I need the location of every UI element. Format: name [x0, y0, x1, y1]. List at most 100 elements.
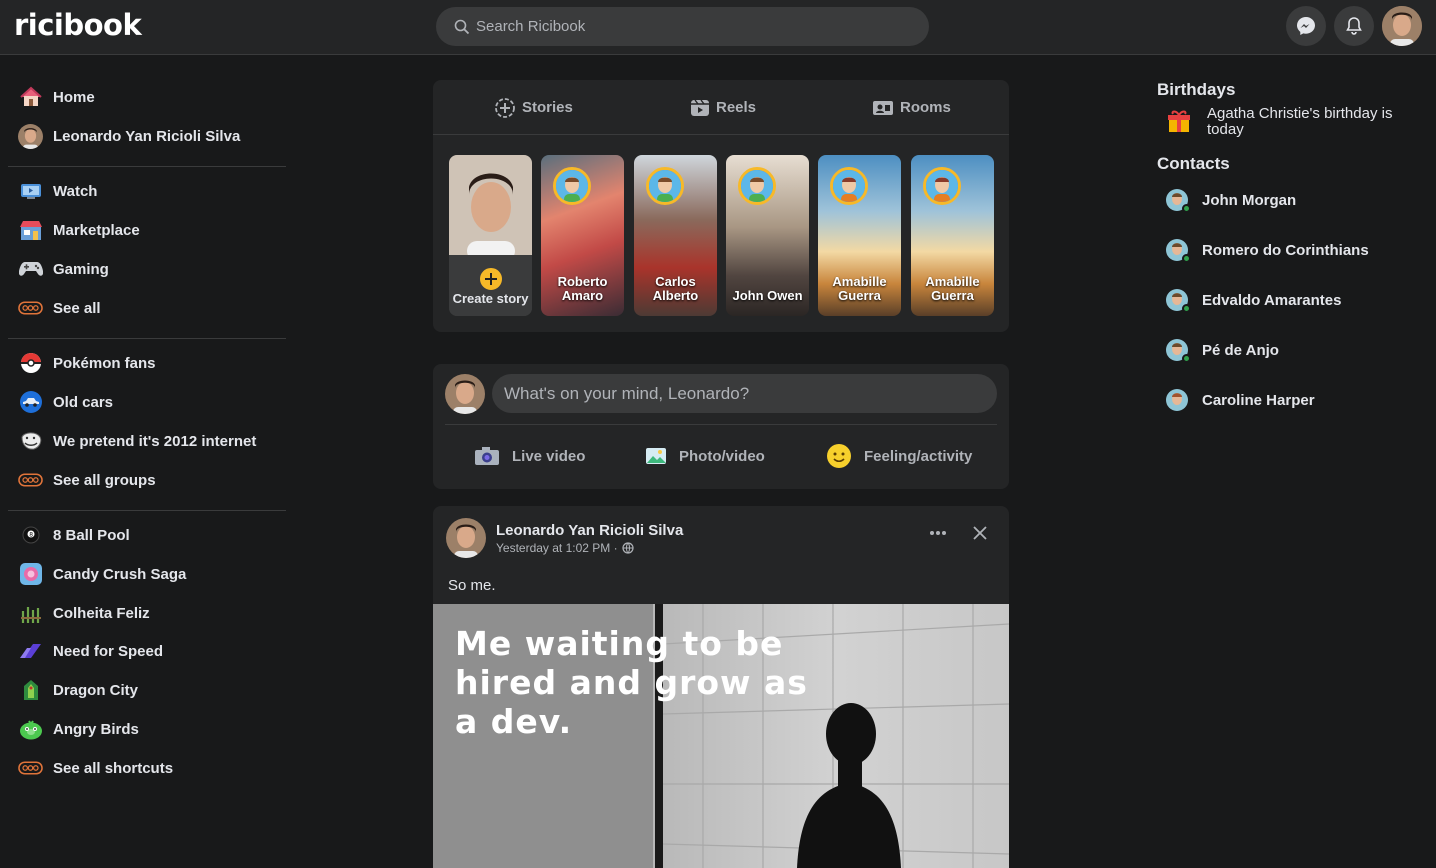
- post-author-name[interactable]: Leonardo Yan Ricioli Silva: [496, 522, 683, 539]
- birthday-text[interactable]: Agatha Christie's birthday is today: [1207, 106, 1422, 138]
- dragon-icon: [18, 678, 43, 703]
- pokeball-icon: [18, 351, 43, 376]
- divider: [445, 424, 997, 425]
- contact-item[interactable]: Caroline Harper: [1166, 385, 1315, 415]
- car-icon: [18, 390, 43, 415]
- sidebar-item-label: Pokémon fans: [53, 354, 156, 372]
- post-timestamp[interactable]: Yesterday at 1:02 PM ·: [496, 541, 618, 555]
- tab-label: Reels: [716, 99, 757, 116]
- story-card[interactable]: Roberto Amaro: [541, 155, 624, 316]
- top-bar: ricibook: [0, 0, 1436, 55]
- sidebar-item-dragon-city[interactable]: Dragon City: [18, 673, 288, 707]
- user-photo-icon: [449, 155, 532, 255]
- angry-bird-icon: [18, 717, 43, 742]
- close-post-button[interactable]: [968, 521, 992, 545]
- feeling-activity-button[interactable]: Feeling/activity: [826, 440, 972, 472]
- online-status-icon: [1182, 204, 1191, 213]
- sidebar-item-label: Dragon City: [53, 681, 139, 699]
- tab-reels[interactable]: Reels: [690, 80, 756, 135]
- user-photo-icon: [1382, 6, 1422, 46]
- profile-avatar[interactable]: [1382, 6, 1422, 46]
- logo[interactable]: ricibook: [14, 8, 142, 42]
- contact-item[interactable]: John Morgan: [1166, 185, 1296, 215]
- sidebar-item-label: Leonardo Yan Ricioli Silva: [53, 127, 241, 145]
- sidebar-item-group-2012[interactable]: We pretend it's 2012 internet: [18, 424, 288, 458]
- story-card[interactable]: Carlos Alberto: [634, 155, 717, 316]
- sidebar-item-watch[interactable]: Watch: [18, 174, 288, 208]
- sidebar-item-8-ball-pool[interactable]: 8 8 Ball Pool: [18, 518, 288, 552]
- sidebar-item-label: Gaming: [53, 260, 109, 278]
- sidebar-item-label: Colheita Feliz: [53, 604, 150, 622]
- gaming-icon: [18, 257, 43, 282]
- sidebar-item-see-all-groups[interactable]: See all groups: [18, 463, 288, 497]
- story-avatar: [830, 167, 868, 205]
- story-card[interactable]: Amabille Guerra: [818, 155, 901, 316]
- story-author: Carlos Alberto: [652, 274, 699, 303]
- contact-name: Romero do Corinthians: [1202, 241, 1369, 259]
- online-status-icon: [1182, 354, 1191, 363]
- status-input[interactable]: [492, 374, 997, 413]
- search-bar[interactable]: [436, 7, 929, 46]
- more-options-button[interactable]: [926, 521, 950, 545]
- sidebar-item-need-for-speed[interactable]: Need for Speed: [18, 634, 288, 668]
- sidebar-item-angry-birds[interactable]: Angry Birds: [18, 712, 288, 746]
- crop-icon: [18, 601, 43, 626]
- tab-label: Stories: [522, 99, 573, 116]
- post-author-avatar[interactable]: [446, 518, 486, 558]
- story-avatar: [923, 167, 961, 205]
- contact-name: Pé de Anjo: [1202, 341, 1279, 359]
- bell-icon: [1346, 17, 1362, 35]
- user-avatar[interactable]: [445, 374, 485, 414]
- sidebar-item-see-all[interactable]: See all: [18, 291, 288, 325]
- sidebar-item-group-pokemon[interactable]: Pokémon fans: [18, 346, 288, 380]
- watch-icon: [18, 179, 43, 204]
- contact-item[interactable]: Romero do Corinthians: [1166, 235, 1369, 265]
- post-meta: Yesterday at 1:02 PM ·: [496, 541, 634, 555]
- create-story-card[interactable]: Create story: [449, 155, 532, 316]
- close-icon: [973, 526, 987, 540]
- stories-tabs: Stories Reels Rooms: [433, 80, 1009, 135]
- contact-name: Caroline Harper: [1202, 391, 1315, 409]
- notifications-button[interactable]: [1334, 6, 1374, 46]
- gift-icon: [1166, 108, 1194, 136]
- action-label: Feeling/activity: [864, 447, 973, 465]
- tab-stories[interactable]: Stories: [494, 80, 573, 135]
- sidebar-item-home[interactable]: Home: [18, 80, 288, 114]
- sidebar-item-label: Need for Speed: [53, 642, 164, 660]
- stories-icon: [495, 97, 515, 118]
- contact-name: John Morgan: [1202, 191, 1297, 209]
- story-avatar: [738, 167, 776, 205]
- sidebar-item-label: Watch: [53, 182, 98, 200]
- create-story-label: Create story: [452, 291, 529, 306]
- live-video-button[interactable]: Live video: [474, 440, 585, 472]
- svg-text:8: 8: [29, 532, 33, 539]
- sidebar-item-see-all-shortcuts[interactable]: See all shortcuts: [18, 751, 288, 785]
- sidebar-item-candy-crush[interactable]: Candy Crush Saga: [18, 557, 288, 591]
- sidebar-item-profile[interactable]: Leonardo Yan Ricioli Silva: [18, 119, 288, 153]
- sidebar-item-gaming[interactable]: Gaming: [18, 252, 288, 286]
- contact-name: Edvaldo Amarantes: [1202, 291, 1342, 309]
- sidebar-item-marketplace[interactable]: Marketplace: [18, 213, 288, 247]
- sidebar-item-group-old-cars[interactable]: Old cars: [18, 385, 288, 419]
- contact-avatar: [1166, 239, 1191, 263]
- divider: [8, 338, 286, 339]
- story-card[interactable]: Amabille Guerra: [911, 155, 994, 316]
- contact-avatar: [1166, 289, 1191, 313]
- home-icon: [18, 85, 43, 110]
- divider: [8, 166, 286, 167]
- tab-rooms[interactable]: Rooms: [872, 80, 951, 135]
- video-camera-icon: [474, 446, 500, 466]
- candy-icon: [18, 562, 43, 587]
- story-card[interactable]: John Owen: [726, 155, 809, 316]
- photo-video-button[interactable]: Photo/video: [645, 440, 765, 472]
- contact-item[interactable]: Edvaldo Amarantes: [1166, 285, 1342, 315]
- messenger-button[interactable]: [1286, 6, 1326, 46]
- post-image[interactable]: Me waiting to be hired and grow as a dev…: [433, 604, 1009, 868]
- birthdays-title: Birthdays: [1157, 80, 1236, 99]
- sidebar-item-label: We pretend it's 2012 internet: [53, 432, 257, 450]
- reels-icon: [691, 99, 709, 116]
- contact-item[interactable]: Pé de Anjo: [1166, 335, 1279, 365]
- sidebar-item-colheita-feliz[interactable]: Colheita Feliz: [18, 596, 288, 630]
- search-input[interactable]: [476, 18, 916, 35]
- story-avatar: [646, 167, 684, 205]
